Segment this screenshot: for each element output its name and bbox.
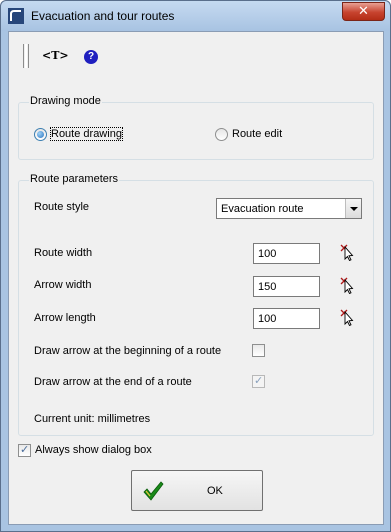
arrow-length-input[interactable]	[254, 309, 319, 328]
close-button[interactable]: ✕	[342, 2, 385, 21]
chevron-down-icon[interactable]	[345, 199, 361, 218]
always-show-checkbox[interactable]	[18, 443, 31, 457]
app-icon	[8, 8, 24, 24]
checkmark-icon	[143, 481, 164, 501]
arrow-begin-checkbox[interactable]	[252, 344, 265, 357]
ok-button-label: OK	[207, 485, 223, 497]
arrow-end-checkbox[interactable]	[252, 374, 265, 388]
route-width-input[interactable]	[254, 244, 319, 263]
text-tool-button[interactable]: <T>	[42, 49, 69, 62]
toolbar-grip-handle[interactable]	[23, 44, 29, 68]
drawing-mode-group: Drawing mode Route drawing Route edit	[18, 95, 374, 160]
route-width-label: Route width	[34, 247, 93, 259]
arrow-width-field[interactable]	[253, 276, 320, 297]
route-edit-radio[interactable]	[215, 128, 228, 141]
route-drawing-label[interactable]: Route drawing	[50, 127, 123, 141]
arrow-end-label: Draw arrow at the end of a route	[34, 376, 192, 388]
arrow-begin-label: Draw arrow at the beginning of a route	[34, 345, 222, 357]
pick-from-drawing-icon[interactable]	[340, 243, 354, 261]
route-parameters-group: Route parameters Route style Evacuation …	[18, 173, 374, 436]
arrow-length-field[interactable]	[253, 308, 320, 329]
dialog-window: Evacuation and tour routes ✕ <T> ? Drawi…	[0, 0, 391, 532]
arrow-width-label: Arrow width	[34, 279, 92, 291]
route-parameters-caption: Route parameters	[29, 173, 120, 185]
route-style-value: Evacuation route	[221, 203, 304, 215]
window-title: Evacuation and tour routes	[31, 9, 175, 23]
help-icon[interactable]: ?	[84, 50, 98, 64]
close-icon: ✕	[358, 4, 369, 19]
dialog-client-area: <T> ? Drawing mode Route drawing Route e…	[8, 31, 384, 525]
route-edit-label[interactable]: Route edit	[232, 128, 282, 140]
route-style-select[interactable]: Evacuation route	[216, 198, 362, 219]
route-style-label: Route style	[34, 201, 90, 213]
current-unit-text: Current unit: millimetres	[34, 413, 151, 425]
always-show-label[interactable]: Always show dialog box	[35, 444, 152, 456]
title-bar[interactable]: Evacuation and tour routes ✕	[1, 1, 390, 31]
pick-from-drawing-icon[interactable]	[340, 276, 354, 294]
pick-from-drawing-icon[interactable]	[340, 308, 354, 326]
ok-button[interactable]: OK	[131, 470, 263, 511]
arrow-width-input[interactable]	[254, 277, 319, 296]
drawing-mode-caption: Drawing mode	[29, 95, 102, 107]
route-width-field[interactable]	[253, 243, 320, 264]
route-drawing-radio[interactable]	[34, 128, 47, 141]
arrow-length-label: Arrow length	[34, 312, 96, 324]
toolbar: <T> ?	[9, 32, 383, 82]
